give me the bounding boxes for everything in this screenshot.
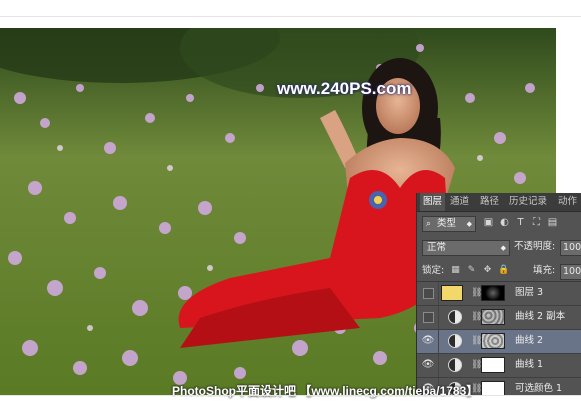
smart-object-filter-icon[interactable]: ▤ — [547, 217, 558, 228]
layer-name[interactable]: 曲线 2 副本 — [515, 310, 565, 324]
watermark-top: www.240PS.com — [277, 79, 412, 98]
chevron-updown-icon: ◆ — [466, 220, 472, 228]
lock-row: 锁定: ▦ ✎ ✥ 🔒 填充: 100% — [417, 262, 581, 280]
blend-row: 正常 ◆ 不透明度: 100% — [417, 238, 581, 256]
curves-adjustment-icon — [448, 358, 462, 372]
pixel-filter-icon[interactable]: ▣ — [483, 217, 494, 228]
adjustment-filter-icon[interactable]: ◐ — [499, 217, 510, 228]
layer-row-curves2[interactable]: 👁 ⛓ 曲线 2 — [417, 330, 581, 354]
lock-label: 锁定: — [422, 265, 445, 276]
opacity-input[interactable]: 100% — [560, 240, 581, 256]
fill-label: 填充: — [533, 265, 556, 276]
layer-name[interactable]: 可选颜色 1 — [515, 382, 562, 396]
layer-name[interactable]: 图层 3 — [515, 286, 543, 300]
lock-all-icon[interactable]: 🔒 — [498, 265, 509, 276]
type-filter-icon[interactable]: T — [515, 217, 526, 228]
visibility-toggle-off[interactable] — [423, 312, 434, 323]
tab-history[interactable]: 历史记录 — [506, 193, 550, 211]
lock-transparent-icon[interactable]: ▦ — [450, 265, 461, 276]
search-icon: ⌕ — [426, 219, 432, 229]
layer-thumbnail — [441, 285, 463, 301]
layer-mask-thumbnail[interactable] — [481, 357, 505, 373]
tab-paths[interactable]: 路径 — [477, 193, 502, 211]
tab-channels[interactable]: 通道 — [447, 193, 472, 211]
fill-input[interactable]: 100% — [560, 264, 581, 280]
layer-row-curves2-copy[interactable]: ⛓ 曲线 2 副本 — [417, 306, 581, 330]
layer-name[interactable]: 曲线 1 — [515, 358, 543, 372]
filter-kind-label: 类型 — [437, 218, 457, 229]
opacity-label: 不透明度: — [514, 241, 556, 252]
shape-filter-icon[interactable]: ⛶ — [531, 217, 542, 228]
tab-layers[interactable]: 图层 — [420, 193, 446, 211]
top-divider — [0, 16, 581, 17]
curves-adjustment-icon — [448, 334, 462, 348]
filter-row: ⌕ 类型 ◆ ▣ ◐ T ⛶ ▤ — [417, 214, 581, 234]
watermark-bottom: PhotoShop平面设计吧 【www.linecg.com/tieba/178… — [172, 384, 479, 398]
layer-row-curves1[interactable]: 👁 ⛓ 曲线 1 — [417, 354, 581, 378]
layers-panel: 图层 通道 路径 历史记录 动作 ⌕ 类型 ◆ ▣ ◐ T ⛶ ▤ 正常 ◆ 不… — [416, 193, 581, 396]
layer-row-layer3[interactable]: ⛓ 图层 3 — [417, 282, 581, 306]
filter-kind-select[interactable]: ⌕ 类型 ◆ — [422, 216, 476, 232]
eye-icon[interactable]: 👁 — [421, 334, 435, 348]
blend-mode-value: 正常 — [427, 242, 447, 253]
visibility-toggle-off[interactable] — [423, 288, 434, 299]
lock-image-icon[interactable]: ✎ — [466, 265, 477, 276]
layer-mask-thumbnail[interactable] — [481, 381, 505, 396]
tab-actions[interactable]: 动作 — [555, 193, 580, 211]
bottom-divider — [0, 395, 581, 396]
layer-name[interactable]: 曲线 2 — [515, 334, 543, 348]
blend-mode-select[interactable]: 正常 ◆ — [422, 240, 510, 256]
layer-mask-thumbnail[interactable] — [481, 333, 505, 349]
panel-tabs: 图层 通道 路径 历史记录 动作 — [417, 193, 581, 212]
eye-icon[interactable]: 👁 — [421, 358, 435, 372]
chevron-updown-icon: ◆ — [500, 244, 506, 252]
layer-mask-thumbnail[interactable] — [481, 285, 505, 301]
layer-mask-thumbnail[interactable] — [481, 309, 505, 325]
lock-position-icon[interactable]: ✥ — [482, 265, 493, 276]
curves-adjustment-icon — [448, 310, 462, 324]
